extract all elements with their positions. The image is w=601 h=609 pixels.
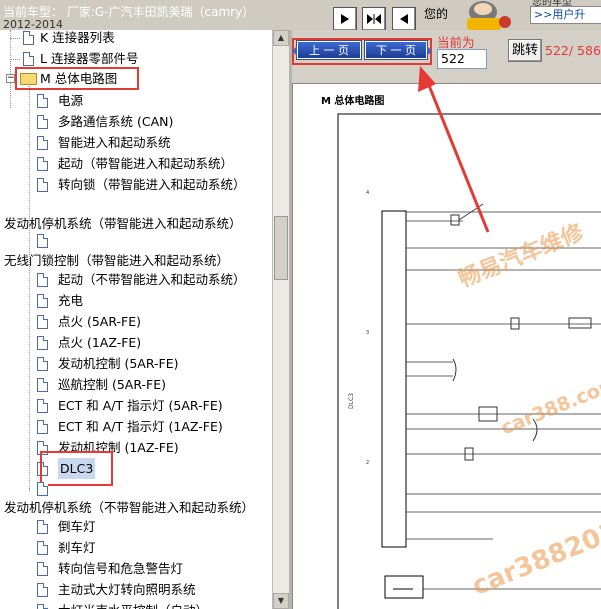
tree-item-wireless-door-lock[interactable]: 无线门锁控制（带智能进入和起动系统） bbox=[4, 250, 229, 271]
top-bar: 当前车型： 厂家:G-广汽丰田凯美瑞（camry） 2012-2014 您的 您… bbox=[0, 0, 601, 31]
highlight-box bbox=[40, 451, 113, 486]
arrow-right-icon bbox=[427, 46, 432, 56]
user-upgrade-link[interactable]: >>用户升 bbox=[530, 6, 601, 24]
wiring-diagram-view[interactable]: M 总体电路图 4 3 2 DLC3 畅易汽车维修 car388.com car… bbox=[292, 83, 601, 609]
document-icon bbox=[37, 604, 48, 609]
diagram-side-label: DLC3 bbox=[348, 393, 355, 409]
document-icon bbox=[37, 178, 48, 192]
tree-item-turn-signal[interactable]: 转向信号和危急警告灯 bbox=[58, 558, 183, 579]
document-icon bbox=[37, 273, 48, 287]
tree-connector bbox=[10, 59, 20, 60]
tree-item-can[interactable]: 多路通信系统 (CAN) bbox=[58, 111, 173, 132]
document-icon bbox=[37, 357, 48, 371]
collapse-icon[interactable]: − bbox=[6, 74, 15, 83]
prev-page-button[interactable]: 上 一 页 bbox=[292, 40, 362, 60]
car-type-year: 2012-2014 bbox=[3, 19, 63, 29]
tree-scrollbar[interactable]: ▲ ▼ bbox=[272, 30, 289, 609]
tree-item-immobilizer-no-smart[interactable]: 发动机停机系统（不带智能进入和起动系统） bbox=[4, 497, 254, 518]
tree-item-stop-light[interactable]: 刹车灯 bbox=[58, 537, 96, 558]
tree-connector bbox=[10, 38, 20, 39]
tree-item-start-no-smart[interactable]: 起动（不带智能进入和起动系统） bbox=[58, 269, 246, 290]
next-page-button[interactable]: 下 一 页 bbox=[364, 40, 432, 60]
document-icon bbox=[37, 315, 48, 329]
document-icon bbox=[23, 31, 34, 45]
tree-guide-line bbox=[10, 30, 11, 108]
tree-item-afs[interactable]: 主动式大灯转向照明系统 bbox=[58, 579, 196, 600]
tree-item-immobilizer-smart[interactable]: 发动机停机系统（带智能进入和起动系统） bbox=[4, 213, 242, 234]
tree-item-start-smart[interactable]: 起动（带智能进入和起动系统） bbox=[58, 153, 233, 174]
panel-right-icon bbox=[400, 14, 408, 24]
tree-item-ignition-1az[interactable]: 点火 (1AZ-FE) bbox=[58, 332, 141, 353]
scroll-down-icon[interactable]: ▼ bbox=[273, 593, 289, 609]
tree-item-charging[interactable]: 充电 bbox=[58, 290, 83, 311]
document-icon bbox=[37, 157, 48, 171]
document-icon bbox=[37, 115, 48, 129]
tree-item-ignition-5ar[interactable]: 点火 (5AR-FE) bbox=[58, 311, 141, 332]
wiring-diagram: 4 3 2 DLC3 bbox=[337, 113, 601, 609]
car-type-label: 当前车型： 厂家:G-广汽丰田凯美瑞（camry） bbox=[3, 5, 255, 19]
tree-item-connector-list[interactable]: K 连接器列表 bbox=[40, 30, 115, 48]
tree-item-ect-1az[interactable]: ECT 和 A/T 指示灯 (1AZ-FE) bbox=[58, 416, 223, 437]
catalog-tree: K 连接器列表 L 连接器零部件号 − M 总体电路图 电源 多路通信系统 (C… bbox=[0, 30, 272, 609]
tree-item-connector-part-number[interactable]: L 连接器零部件号 bbox=[40, 48, 138, 69]
page-number-input[interactable]: 522 bbox=[437, 49, 487, 69]
tree-item-steering-lock[interactable]: 转向锁（带智能进入和起动系统） bbox=[58, 174, 246, 195]
svg-text:2: 2 bbox=[366, 460, 369, 466]
document-icon bbox=[37, 94, 48, 108]
jump-button[interactable]: 跳转 bbox=[508, 39, 542, 62]
panel-right-button[interactable] bbox=[392, 7, 416, 31]
document-icon bbox=[37, 399, 48, 413]
highlight-box bbox=[15, 67, 139, 90]
arrow-left-icon bbox=[292, 46, 297, 56]
document-icon bbox=[37, 136, 48, 150]
document-icon bbox=[37, 378, 48, 392]
document-icon bbox=[37, 336, 48, 350]
panel-split-button[interactable] bbox=[362, 7, 386, 31]
tree-guide-line bbox=[29, 82, 30, 491]
document-icon bbox=[37, 482, 48, 496]
scroll-thumb[interactable] bbox=[274, 216, 288, 280]
panel-split-icon bbox=[367, 14, 381, 24]
svg-text:3: 3 bbox=[366, 330, 369, 336]
tree-item-power[interactable]: 电源 bbox=[58, 90, 83, 111]
document-icon bbox=[37, 583, 48, 597]
document-icon bbox=[37, 541, 48, 555]
tree-item-ect-5ar[interactable]: ECT 和 A/T 指示灯 (5AR-FE) bbox=[58, 395, 223, 416]
page-count: 522/ 586 bbox=[545, 43, 601, 58]
scroll-up-icon[interactable]: ▲ bbox=[273, 30, 289, 46]
next-page-label: 下 一 页 bbox=[376, 44, 416, 57]
svg-text:4: 4 bbox=[366, 190, 369, 196]
document-icon bbox=[37, 294, 48, 308]
mascot-icon bbox=[467, 1, 511, 30]
tree-item-cruise-control[interactable]: 巡航控制 (5AR-FE) bbox=[58, 374, 166, 395]
document-icon bbox=[37, 234, 48, 248]
document-panel: 上 一 页 下 一 页 当前为 522 跳转 522/ 586 M 总体电路图 bbox=[292, 30, 601, 609]
tree-item-backup-light[interactable]: 倒车灯 bbox=[58, 516, 96, 537]
panel-left-icon bbox=[341, 14, 349, 24]
document-icon bbox=[37, 520, 48, 534]
document-icon bbox=[37, 420, 48, 434]
panel-left-button[interactable] bbox=[333, 7, 357, 31]
document-icon bbox=[23, 52, 34, 66]
tree-item-smart-entry[interactable]: 智能进入和起动系统 bbox=[58, 132, 171, 153]
document-icon bbox=[37, 562, 48, 576]
prev-page-label: 上 一 页 bbox=[309, 44, 349, 57]
tree-item-headlight-leveling[interactable]: 大灯光束水平控制（自动） bbox=[58, 600, 208, 609]
tree-item-engine-control-5ar[interactable]: 发动机控制 (5AR-FE) bbox=[58, 353, 179, 374]
